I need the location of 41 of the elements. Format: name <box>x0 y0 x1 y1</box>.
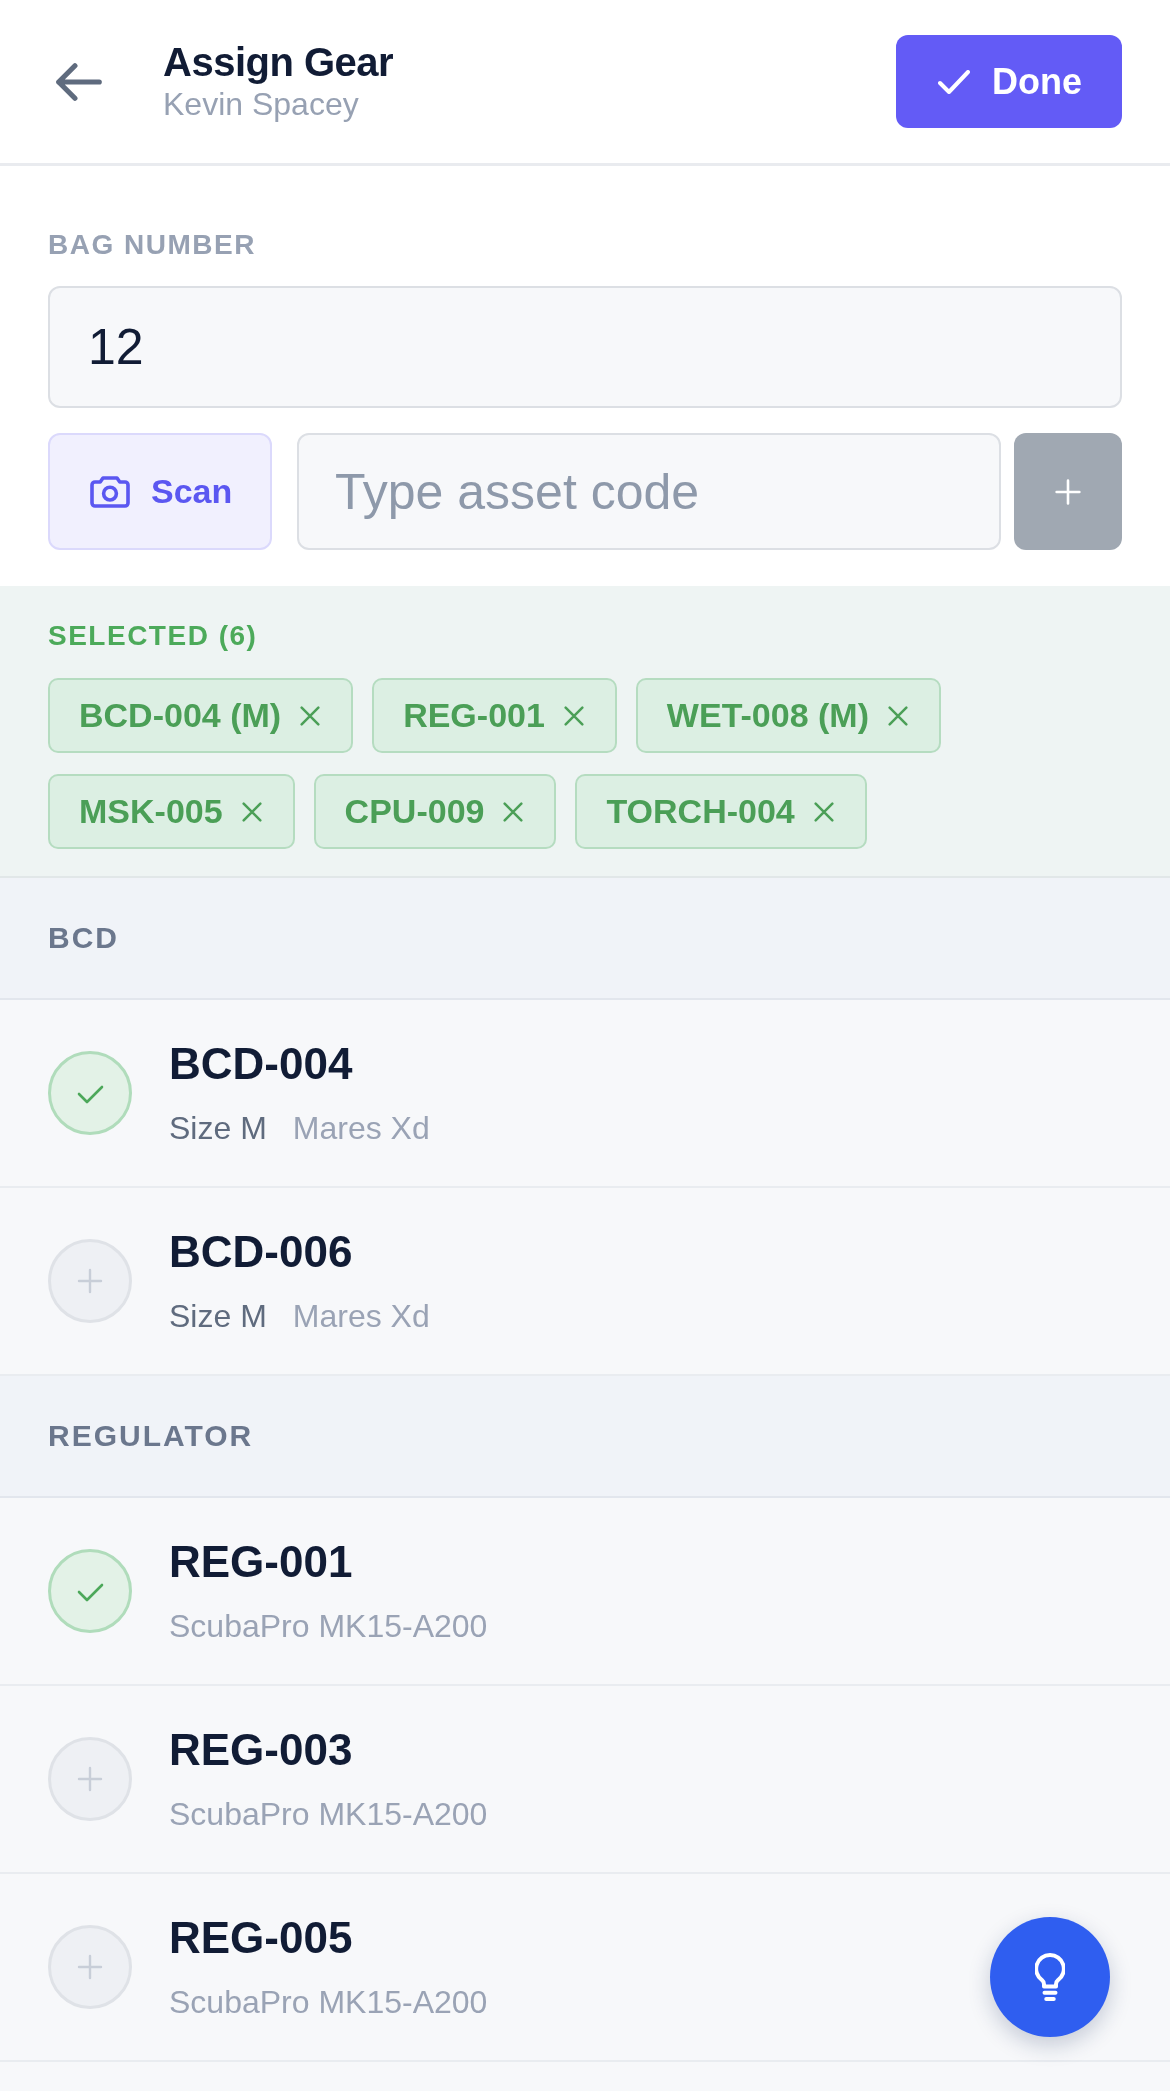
gear-code: REG-001 <box>169 1536 354 1588</box>
asset-chip[interactable]: WET-008 (M) <box>635 678 941 753</box>
asset-chip[interactable]: BCD-004 (M) <box>48 678 354 753</box>
scan-button[interactable]: Scan <box>48 433 272 550</box>
gear-model: Mares Xd <box>292 1109 430 1148</box>
close-icon[interactable] <box>300 705 321 726</box>
field-label: BAG NUMBER <box>48 228 257 262</box>
gear-size: Size M <box>169 1297 267 1336</box>
plus-icon <box>1055 478 1081 505</box>
screen-title: Assign Gear <box>163 39 395 84</box>
gear-model: Mares Xd <box>292 1297 430 1336</box>
back-icon[interactable] <box>56 62 102 101</box>
done-button[interactable]: Done <box>896 35 1122 128</box>
asset-chip[interactable]: TORCH-004 <box>575 774 867 849</box>
gear-code: REG-003 <box>169 1724 354 1776</box>
close-icon[interactable] <box>888 705 908 726</box>
close-icon[interactable] <box>813 801 834 822</box>
gear-model: ScubaPro MK15-A200 <box>169 1795 488 1834</box>
asset-chip[interactable]: MSK-005 <box>48 774 295 849</box>
close-icon[interactable] <box>503 801 524 822</box>
check-circle-icon[interactable] <box>48 1549 132 1633</box>
gear-code: REG-005 <box>169 1912 354 1964</box>
check-icon <box>938 69 970 94</box>
gear-model: ScubaPro MK15-A200 <box>169 1607 488 1646</box>
section-label: SELECTED (6) <box>48 619 259 653</box>
gear-model: ScubaPro MK15-A200 <box>169 1983 488 2022</box>
close-icon[interactable] <box>241 801 262 822</box>
category-header: BCD <box>0 878 1170 1000</box>
gear-code: BCD-006 <box>169 1226 354 1278</box>
check-circle-icon[interactable] <box>48 1051 132 1135</box>
bag-number-field[interactable]: 12 <box>48 286 1122 408</box>
gear-code: BCD-004 <box>169 1038 354 1090</box>
gear-size: Size M <box>169 1109 267 1148</box>
camera-icon <box>90 475 130 508</box>
lightbulb-icon <box>1035 1953 1065 2001</box>
category-header: REGULATOR <box>0 1376 1170 1498</box>
close-icon[interactable] <box>563 705 584 726</box>
asset-code-field[interactable]: Type asset code <box>297 433 1001 550</box>
asset-chip[interactable]: REG-001 <box>372 678 617 753</box>
screen-subtitle: Kevin Spacey <box>163 84 360 124</box>
asset-chip[interactable]: CPU-009 <box>313 774 557 849</box>
